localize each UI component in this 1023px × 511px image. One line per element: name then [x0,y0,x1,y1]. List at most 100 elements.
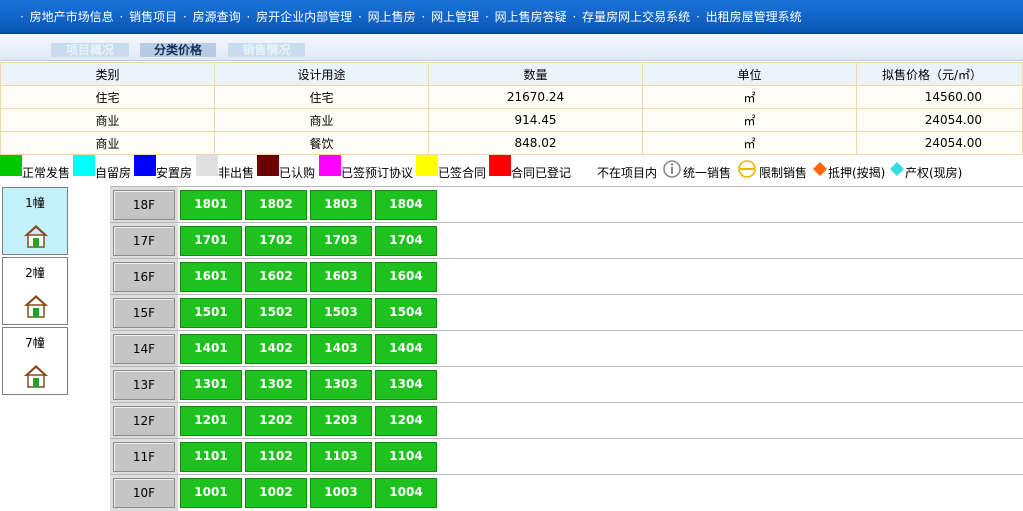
unit-cell[interactable]: 1604 [375,262,437,292]
unit-cell[interactable]: 1503 [310,298,372,328]
floor-row: 16F 1601 1602 1603 1604 [110,258,1023,295]
table-cell: 住宅 [214,85,429,109]
unit-cell[interactable]: 1804 [375,190,437,220]
unit-cell[interactable]: 1801 [180,190,242,220]
unit-cell[interactable]: 1601 [180,262,242,292]
legend-swatch [0,155,22,176]
table-cell: 商业 [0,131,215,155]
unit-cell[interactable]: 1002 [245,478,307,508]
floor-row: 18F 1801 1802 1803 1804 [110,186,1023,223]
tab-sales-status[interactable]: 销售情况 [228,43,305,57]
legend-swatch [416,155,438,176]
unit-cell[interactable]: 1102 [245,442,307,472]
nav-item-online-admin[interactable]: 网上管理 [431,10,479,24]
unit-cell[interactable]: 1404 [375,334,437,364]
unit-cell[interactable]: 1802 [245,190,307,220]
unit-cell[interactable]: 1504 [375,298,437,328]
floor-row: 11F 1101 1102 1103 1104 [110,438,1023,475]
floor-row: 12F 1201 1202 1203 1204 [110,402,1023,439]
unit-cell[interactable]: 1403 [310,334,372,364]
legend-label: 自留房 [95,166,132,180]
column-header: 单位 [642,62,857,86]
unit-cell[interactable]: 1603 [310,262,372,292]
table-row: 商业 商业 914.45 ㎡ 24054.00 [0,108,1023,132]
nav-item-sales-projects[interactable]: 销售项目 [129,10,177,24]
house-icon [24,365,48,388]
legend-label: 安置房 [156,166,193,180]
table-cell: ㎡ [642,108,857,132]
floor-row: 13F 1301 1302 1303 1304 [110,366,1023,403]
table-cell: 21670.24 [428,85,643,109]
unit-cell[interactable]: 1402 [245,334,307,364]
legend-swatch [134,155,156,176]
nav-separator: · [246,10,251,24]
nav-item-resale-system[interactable]: 存量房网上交易系统 [582,10,690,24]
unit-cell[interactable]: 1201 [180,406,242,436]
unit-cell[interactable]: 1103 [310,442,372,472]
floor-row: 10F 1001 1002 1003 1004 [110,474,1023,511]
unit-cell[interactable]: 1204 [375,406,437,436]
info-icon [663,160,681,178]
legend-label: 抵押(按揭) [828,166,886,180]
unit-cell[interactable]: 1401 [180,334,242,364]
price-table: 类别 设计用途 数量 单位 拟售价格（元/㎡） 住宅 住宅 21670.24 ㎡… [0,62,1023,155]
floor-label: 14F [113,334,175,364]
nav-separator: · [485,10,489,24]
column-header: 拟售价格（元/㎡） [856,62,1023,86]
unit-cell[interactable]: 1803 [310,190,372,220]
nav-item-online-faq[interactable]: 网上售房答疑 [495,10,567,24]
column-header: 类别 [0,62,215,86]
nav-separator: · [696,10,700,24]
nav-item-developer-admin[interactable]: 房开企业内部管理 [256,10,352,24]
tab-strip: 项目概况 分类价格 销售情况 [0,34,1023,61]
legend-swatch [73,155,95,176]
top-nav-links: · 房地产市场信息 · 销售项目 · 房源查询 · 房开企业内部管理 · 网上售… [18,8,802,25]
table-cell: 商业 [0,108,215,132]
building-7-button[interactable]: 7幢 [2,327,68,395]
unit-cell[interactable]: 1602 [245,262,307,292]
nav-item-rental-system[interactable]: 出租房屋管理系统 [706,10,802,24]
unit-cell[interactable]: 1302 [245,370,307,400]
building-label: 1幢 [25,196,45,210]
unit-cell[interactable]: 1203 [310,406,372,436]
floor-label: 11F [113,442,175,472]
unit-cell[interactable]: 1703 [310,226,372,256]
floor-row: 15F 1501 1502 1503 1504 [110,294,1023,331]
unit-cell[interactable]: 1001 [180,478,242,508]
building-1-button[interactable]: 1幢 [2,187,68,255]
floor-label: 10F [113,478,175,508]
unit-cell[interactable]: 1003 [310,478,372,508]
legend-label: 非出售 [218,166,255,180]
nav-separator: · [119,10,124,24]
unit-cell[interactable]: 1004 [375,478,437,508]
unit-cell[interactable]: 1701 [180,226,242,256]
tab-project-overview[interactable]: 项目概况 [51,43,129,57]
unit-cell[interactable]: 1303 [310,370,372,400]
nav-item-market-info[interactable]: 房地产市场信息 [30,10,114,24]
unit-cell[interactable]: 1202 [245,406,307,436]
unit-cell[interactable]: 1104 [375,442,437,472]
unit-cell[interactable]: 1301 [180,370,242,400]
unit-cell[interactable]: 1304 [375,370,437,400]
table-cell: 14560.00 [856,85,1023,109]
nav-separator: · [183,10,187,24]
unit-cell[interactable]: 1501 [180,298,242,328]
nav-item-online-sales[interactable]: 网上售房 [368,10,416,24]
legend-swatch [257,155,279,176]
unit-cell[interactable]: 1502 [245,298,307,328]
unit-cell[interactable]: 1101 [180,442,242,472]
building-2-button[interactable]: 2幢 [2,257,68,325]
table-cell: 商业 [214,108,429,132]
column-header: 设计用途 [214,62,429,86]
status-legend: 正常发售 自留房 安置房 非出售 已认购 已签预订协议 已签合同 合同已登记 不… [0,155,1023,183]
table-row: 住宅 住宅 21670.24 ㎡ 14560.00 [0,85,1023,109]
unit-cell[interactable]: 1704 [375,226,437,256]
table-cell: 848.02 [428,131,643,155]
tab-category-price[interactable]: 分类价格 [140,43,216,57]
top-nav-bar: · 房地产市场信息 · 销售项目 · 房源查询 · 房开企业内部管理 · 网上售… [0,0,1023,34]
nav-item-housing-search[interactable]: 房源查询 [193,10,241,24]
table-cell: 住宅 [0,85,215,109]
house-icon [24,225,48,248]
unit-cell[interactable]: 1702 [245,226,307,256]
floor-label: 16F [113,262,175,292]
